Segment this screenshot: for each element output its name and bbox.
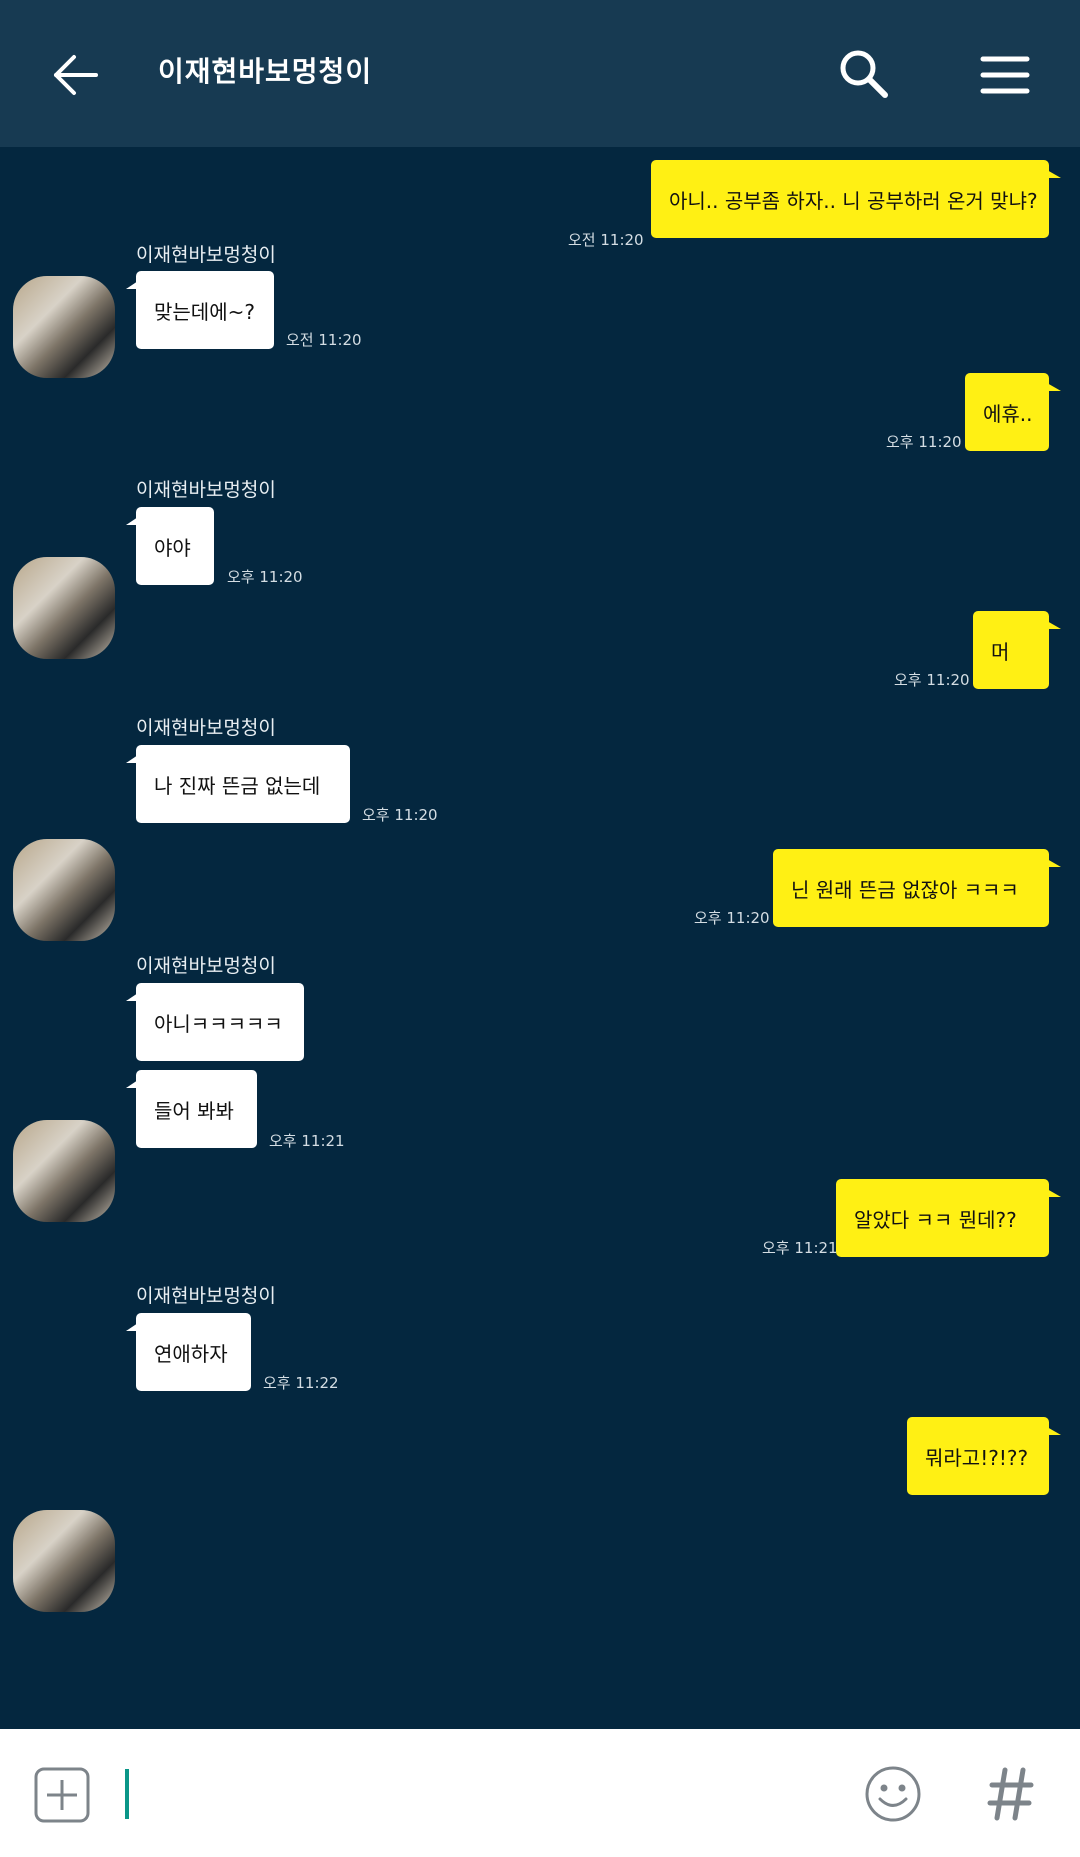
message-text: 머 — [991, 639, 1010, 664]
sender-name: 이재현바보멍청이 — [136, 955, 276, 977]
message-text: 맞는데에~? — [154, 299, 255, 324]
sender-name: 이재현바보멍청이 — [136, 479, 276, 501]
hash-icon — [987, 1767, 1034, 1821]
message-text: 닌 원래 뜬금 없잖아 ㅋㅋㅋ — [791, 877, 1019, 902]
message-bubble-outgoing[interactable]: 뭐라고!?!?? — [907, 1417, 1061, 1495]
message-bubble-incoming[interactable]: 야야 — [126, 507, 214, 585]
back-button[interactable] — [40, 40, 110, 110]
message-bubble-outgoing[interactable]: 알았다 ㅋㅋ 뭔데?? — [836, 1179, 1061, 1257]
menu-button[interactable] — [970, 40, 1040, 110]
sender-name: 이재현바보멍청이 — [136, 717, 276, 739]
message-bubble-outgoing[interactable]: 닌 원래 뜬금 없잖아 ㅋㅋㅋ — [773, 849, 1061, 927]
smiley-icon — [865, 1766, 921, 1822]
emoji-button[interactable] — [858, 1759, 928, 1829]
message-time: 오후 11:20 — [894, 671, 970, 689]
menu-icon — [980, 56, 1030, 94]
message-bubble-incoming[interactable]: 아니ㅋㅋㅋㅋㅋ — [126, 983, 304, 1061]
message-bubble-incoming[interactable]: 연애하자 — [126, 1313, 251, 1391]
search-icon — [840, 50, 888, 98]
message-bubble-incoming[interactable]: 들어 봐봐 — [126, 1070, 257, 1148]
message-text: 에휴.. — [983, 401, 1033, 426]
message-text: 야야 — [154, 535, 191, 560]
message-text: 연애하자 — [154, 1341, 228, 1366]
message-text: 아니.. 공부좀 하자.. 니 공부하러 온거 맞냐? — [669, 188, 1038, 213]
message-list[interactable]: 아니.. 공부좀 하자.. 니 공부하러 온거 맞냐? 오전 11:20 이재현… — [0, 147, 1080, 1729]
sender-name: 이재현바보멍청이 — [136, 244, 276, 266]
avatar[interactable] — [13, 1120, 115, 1222]
message-time: 오후 11:21 — [762, 1239, 838, 1257]
message-bubble-outgoing[interactable]: 머 — [973, 611, 1061, 689]
message-bubble-outgoing[interactable]: 에휴.. — [965, 373, 1061, 451]
message-time: 오후 11:20 — [886, 433, 962, 451]
message-text: 들어 봐봐 — [154, 1098, 234, 1123]
message-text: 뭐라고!?!?? — [925, 1445, 1029, 1470]
message-time: 오후 11:20 — [362, 806, 438, 824]
message-input-bar — [0, 1729, 1080, 1857]
message-time: 오전 11:20 — [286, 331, 362, 349]
message-time: 오후 11:22 — [263, 1374, 339, 1392]
message-time: 오후 11:21 — [269, 1132, 345, 1150]
search-button[interactable] — [828, 38, 898, 108]
avatar[interactable] — [13, 276, 115, 378]
arrow-left-icon — [54, 55, 98, 95]
message-text: 아니ㅋㅋㅋㅋㅋ — [154, 1011, 283, 1036]
message-bubble-incoming[interactable]: 나 진짜 뜬금 없는데 — [126, 745, 350, 823]
chat-title: 이재현바보멍청이 — [158, 55, 373, 88]
message-time: 오후 11:20 — [694, 909, 770, 927]
message-time: 오후 11:20 — [227, 568, 303, 586]
message-bubble-outgoing[interactable]: 아니.. 공부좀 하자.. 니 공부하러 온거 맞냐? — [651, 160, 1061, 238]
hashtag-button[interactable] — [976, 1759, 1046, 1829]
message-text: 나 진짜 뜬금 없는데 — [154, 773, 321, 798]
sender-name: 이재현바보멍청이 — [136, 1285, 276, 1307]
message-bubble-incoming[interactable]: 맞는데에~? — [126, 271, 274, 349]
text-cursor[interactable] — [125, 1769, 129, 1819]
message-time: 오전 11:20 — [568, 231, 644, 249]
chat-header: 이재현바보멍청이 — [0, 0, 1080, 147]
message-text: 알았다 ㅋㅋ 뭔데?? — [854, 1207, 1017, 1232]
plus-square-icon — [34, 1767, 90, 1823]
avatar[interactable] — [13, 839, 115, 941]
avatar[interactable] — [13, 1510, 115, 1612]
add-button[interactable] — [30, 1763, 94, 1827]
avatar[interactable] — [13, 557, 115, 659]
